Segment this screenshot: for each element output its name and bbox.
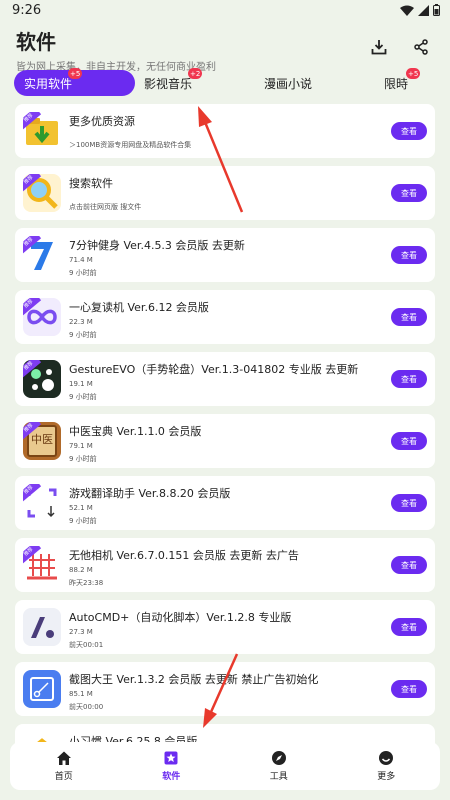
app-size: 19.1 M xyxy=(69,380,93,388)
download-button[interactable] xyxy=(368,36,390,58)
tab-label: 影视音乐 xyxy=(144,76,193,91)
app-size: 22.3 M xyxy=(69,318,93,326)
bottom-navigation: 首页 软件 工具 更多 xyxy=(10,742,440,790)
tab-badge: +5 xyxy=(406,68,421,79)
autocmd-icon xyxy=(23,608,61,646)
view-button[interactable]: 查看 xyxy=(391,432,427,450)
screenshot-scissors-icon xyxy=(23,670,61,708)
compass-icon xyxy=(271,751,286,765)
camera-grid-icon: 推荐 xyxy=(23,546,61,584)
list-item[interactable]: 推荐 搜索软件 点击前往网页版 搜文件 查看 xyxy=(15,166,435,220)
nav-home[interactable]: 首页 xyxy=(24,750,104,782)
list-item[interactable]: 推荐 更多优质资源 ＞100MB资源专用网盘及精品软件合集 查看 xyxy=(15,104,435,158)
nav-software[interactable]: 软件 xyxy=(131,750,211,782)
status-bar: 9:26 xyxy=(0,0,450,22)
gesture-dots-icon: 推荐 xyxy=(23,360,61,398)
tab-practical-software[interactable]: 实用软件 +5 xyxy=(14,68,135,96)
view-button[interactable]: 查看 xyxy=(391,618,427,636)
app-name: 截图大王 Ver.1.3.2 会员版 去更新 禁止广告初始化 xyxy=(69,673,319,686)
category-tabs: 实用软件 +5 影视音乐 +2 漫画小说 限時 +5 xyxy=(14,68,439,96)
app-name: 中医宝典 Ver.1.1.0 会员版 xyxy=(69,425,202,438)
list-item[interactable]: 中医 推荐 中医宝典 Ver.1.1.0 会员版 79.1 M 9 小时前 查看 xyxy=(15,414,435,468)
app-size: 27.3 M xyxy=(69,628,93,636)
list-item[interactable]: 推荐 一心复读机 Ver.6.12 会员版 22.3 M 9 小时前 查看 xyxy=(15,290,435,344)
app-description: 点击前往网页版 搜文件 xyxy=(69,203,142,211)
nav-label: 首页 xyxy=(54,772,73,782)
app-time: 前天00:00 xyxy=(69,703,104,711)
tab-comic-novel[interactable]: 漫画小说 xyxy=(264,70,312,96)
app-description: ＞100MB资源专用网盘及精品软件合集 xyxy=(69,141,192,149)
app-time: 9 小时前 xyxy=(69,269,97,277)
app-name: 一心复读机 Ver.6.12 会员版 xyxy=(69,301,209,314)
signal-icon xyxy=(418,4,429,16)
nav-label: 软件 xyxy=(162,772,181,782)
view-button[interactable]: 查看 xyxy=(391,184,427,202)
tab-label: 漫画小说 xyxy=(264,76,313,91)
share-icon xyxy=(414,39,428,55)
app-time: 昨天23:38 xyxy=(69,579,104,587)
wifi-icon xyxy=(400,5,414,16)
app-name: AutoCMD+（自动化脚本）Ver.1.2.8 专业版 xyxy=(69,611,292,624)
nav-more[interactable]: 更多 xyxy=(346,750,426,782)
infinity-icon: 推荐 xyxy=(23,298,61,336)
status-time: 9:26 xyxy=(12,3,42,18)
app-time: 9 小时前 xyxy=(69,331,97,339)
app-size: 71.4 M xyxy=(69,256,93,264)
list-item[interactable]: 推荐 游戏翻译助手 Ver.8.8.20 会员版 52.1 M 9 小时前 查看 xyxy=(15,476,435,530)
tab-limited[interactable]: 限時 +5 xyxy=(384,68,421,96)
list-item[interactable]: 截图大王 Ver.1.3.2 会员版 去更新 禁止广告初始化 85.1 M 前天… xyxy=(15,662,435,716)
app-size: 52.1 M xyxy=(69,504,93,512)
view-button[interactable]: 查看 xyxy=(391,308,427,326)
view-button[interactable]: 查看 xyxy=(391,370,427,388)
share-button[interactable] xyxy=(410,36,432,58)
app-time: 9 小时前 xyxy=(69,517,97,525)
app-name: 7分钟健身 Ver.4.5.3 会员版 去更新 xyxy=(69,239,245,252)
nav-label: 工具 xyxy=(269,772,288,782)
app-time: 前天00:01 xyxy=(69,641,104,649)
app-name: 无他相机 Ver.6.7.0.151 会员版 去更新 去广告 xyxy=(69,549,299,562)
tab-label: 限時 xyxy=(384,76,409,91)
list-item[interactable]: 推荐 7分钟健身 Ver.4.5.3 会员版 去更新 71.4 M 9 小时前 … xyxy=(15,228,435,282)
nav-tools[interactable]: 工具 xyxy=(239,750,319,782)
view-button[interactable]: 查看 xyxy=(391,680,427,698)
page-header: 软件 皆为网上采集，非自主开发，无任何商业盈利 xyxy=(16,26,216,73)
seven-icon: 推荐 xyxy=(23,236,61,274)
app-name: 游戏翻译助手 Ver.8.8.20 会员版 xyxy=(69,487,231,500)
app-time: 9 小时前 xyxy=(69,393,97,401)
tab-badge: +5 xyxy=(68,68,83,79)
home-icon xyxy=(56,751,71,765)
book-icon: 中医 推荐 xyxy=(23,422,61,460)
app-name: 更多优质资源 xyxy=(69,115,135,128)
view-button[interactable]: 查看 xyxy=(391,246,427,264)
list-item[interactable]: AutoCMD+（自动化脚本）Ver.1.2.8 专业版 27.3 M 前天00… xyxy=(15,600,435,654)
translate-frame-icon: 推荐 xyxy=(23,484,61,522)
smile-icon xyxy=(379,751,394,765)
folder-download-icon: 推荐 xyxy=(23,112,61,150)
view-button[interactable]: 查看 xyxy=(391,556,427,574)
app-name: GestureEVO（手势轮盘）Ver.1.3-041802 专业版 去更新 xyxy=(69,363,359,376)
download-icon xyxy=(371,40,387,55)
tab-badge: +2 xyxy=(188,68,203,79)
list-item[interactable]: 推荐 GestureEVO（手势轮盘）Ver.1.3-041802 专业版 去更… xyxy=(15,352,435,406)
view-button[interactable]: 查看 xyxy=(391,122,427,140)
tab-film-music[interactable]: 影视音乐 +2 xyxy=(144,68,203,96)
page-title: 软件 xyxy=(16,30,56,54)
nav-label: 更多 xyxy=(377,772,396,782)
list-item[interactable]: 推荐 无他相机 Ver.6.7.0.151 会员版 去更新 去广告 88.2 M… xyxy=(15,538,435,592)
app-size: 79.1 M xyxy=(69,442,93,450)
app-size: 88.2 M xyxy=(69,566,93,574)
app-name: 搜索软件 xyxy=(69,177,113,190)
app-time: 9 小时前 xyxy=(69,455,97,463)
battery-icon xyxy=(433,4,440,16)
tab-label: 实用软件 xyxy=(24,76,73,91)
app-size: 85.1 M xyxy=(69,690,93,698)
view-button[interactable]: 查看 xyxy=(391,494,427,512)
magnifier-icon: 推荐 xyxy=(23,174,61,212)
star-icon xyxy=(164,751,178,765)
